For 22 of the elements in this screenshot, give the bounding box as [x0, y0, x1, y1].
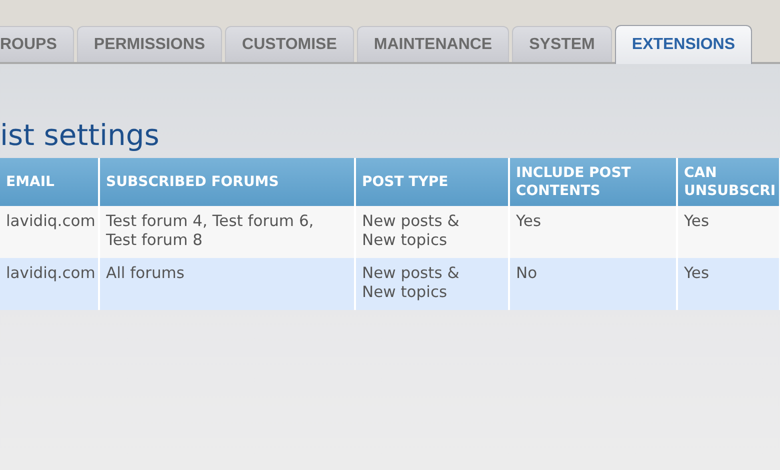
- nav-tab[interactable]: ROUPS: [0, 26, 74, 62]
- nav-tab[interactable]: MAINTENANCE: [356, 26, 510, 62]
- table-cell: Yes: [677, 258, 780, 310]
- table-cell: New posts & New topics: [355, 258, 509, 310]
- table-cell: lavidiq.com: [0, 206, 99, 258]
- table-cell: Test forum 4, Test forum 6, Test forum 8: [99, 206, 355, 258]
- nav-tab[interactable]: PERMISSIONS: [76, 26, 222, 62]
- column-header: SUBSCRIBED FORUMS: [99, 158, 355, 206]
- table-cell: New posts & New topics: [355, 206, 509, 258]
- nav-tab[interactable]: SYSTEM: [512, 26, 612, 62]
- column-header: CAN UNSUBSCRI: [677, 158, 780, 206]
- column-header: EMAIL: [0, 158, 99, 206]
- table-cell: lavidiq.com: [0, 258, 99, 310]
- table-cell: All forums: [99, 258, 355, 310]
- page-title: ist settings: [0, 117, 160, 154]
- nav-tab[interactable]: CUSTOMISE: [225, 26, 354, 62]
- table-cell: Yes: [509, 206, 677, 258]
- table-cell: No: [509, 258, 677, 310]
- column-header: POST TYPE: [355, 158, 509, 206]
- table-cell: Yes: [677, 206, 780, 258]
- column-header: INCLUDE POST CONTENTS: [509, 158, 677, 206]
- nav-tab[interactable]: EXTENSIONS: [614, 25, 752, 64]
